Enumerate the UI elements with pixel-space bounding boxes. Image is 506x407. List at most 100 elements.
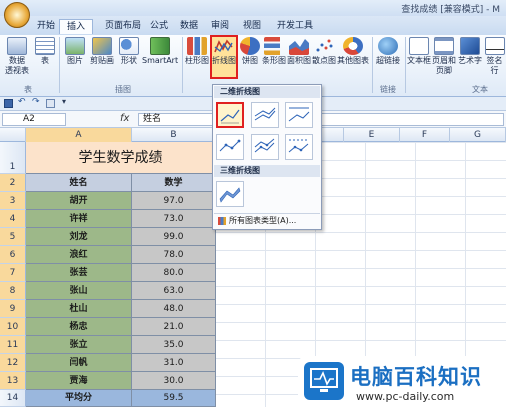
row-header[interactable]: 10: [0, 318, 26, 336]
footer-value-cell[interactable]: 59.5: [132, 390, 216, 407]
tab-developer[interactable]: 开发工具: [272, 19, 318, 34]
name-cell[interactable]: 张立: [26, 336, 132, 354]
row-header[interactable]: 11: [0, 336, 26, 354]
window-title: 查找成绩 [兼容模式] - M: [401, 5, 500, 15]
score-cell[interactable]: 78.0: [132, 246, 216, 264]
tab-page-layout[interactable]: 页面布局: [100, 19, 146, 34]
column-header-e[interactable]: E: [344, 128, 400, 142]
name-cell[interactable]: 许祥: [26, 210, 132, 228]
column-header-f[interactable]: F: [400, 128, 450, 142]
name-box[interactable]: A2: [2, 113, 66, 126]
redo-icon[interactable]: ↷: [32, 97, 40, 107]
score-cell[interactable]: 97.0: [132, 192, 216, 210]
watermark: 电脑百科知识 www.pc-daily.com: [298, 356, 506, 407]
percent-stacked-line-option[interactable]: [285, 102, 313, 128]
name-cell[interactable]: 张芸: [26, 264, 132, 282]
row-header[interactable]: 3: [0, 192, 26, 210]
ribbon-tab-bar: 开始 插入 页面布局 公式 数据 审阅 视图 开发工具: [0, 2, 506, 35]
scatter-chart-button[interactable]: 散点图: [312, 37, 336, 66]
office-button[interactable]: [4, 2, 30, 28]
tab-insert[interactable]: 插入: [59, 19, 93, 34]
column-chart-label: 柱形图: [185, 56, 209, 65]
name-cell[interactable]: 贾海: [26, 372, 132, 390]
row-header[interactable]: 8: [0, 282, 26, 300]
footer-label-cell[interactable]: 平均分: [26, 390, 132, 407]
score-cell[interactable]: 21.0: [132, 318, 216, 336]
name-cell[interactable]: 闫帆: [26, 354, 132, 372]
picture-label: 图片: [67, 56, 83, 65]
stacked-line-option[interactable]: [251, 102, 279, 128]
select-all-corner[interactable]: [0, 128, 26, 142]
text-box-button[interactable]: 文本框: [407, 37, 431, 66]
smartart-label: SmartArt: [142, 56, 179, 65]
row-header[interactable]: 6: [0, 246, 26, 264]
hyperlink-button[interactable]: 超链接: [374, 37, 402, 66]
tab-view[interactable]: 视图: [239, 19, 265, 34]
other-charts-button[interactable]: 其他图表: [337, 37, 369, 66]
wordart-icon: [460, 37, 480, 55]
table-button[interactable]: 表: [34, 37, 56, 66]
line-markers-option[interactable]: [216, 134, 244, 160]
clip-art-label: 剪贴画: [90, 56, 114, 65]
line-chart-option[interactable]: [216, 102, 244, 128]
smartart-button[interactable]: SmartArt: [142, 37, 178, 66]
tab-review[interactable]: 审阅: [207, 19, 233, 34]
name-cell[interactable]: 胡开: [26, 192, 132, 210]
name-cell[interactable]: 杜山: [26, 300, 132, 318]
row-header[interactable]: 7: [0, 264, 26, 282]
name-cell[interactable]: 张山: [26, 282, 132, 300]
tab-home[interactable]: 开始: [34, 19, 58, 34]
header-footer-button[interactable]: 页眉和 页脚: [432, 37, 456, 76]
column-header-g[interactable]: G: [450, 128, 506, 142]
stacked-line-markers-option[interactable]: [251, 134, 279, 160]
score-cell[interactable]: 63.0: [132, 282, 216, 300]
bar-chart-button[interactable]: 条形图: [262, 37, 286, 66]
print-preview-icon[interactable]: [46, 99, 55, 108]
wordart-button[interactable]: 艺术字: [458, 37, 482, 66]
row-header[interactable]: 1: [0, 142, 26, 174]
score-cell[interactable]: 30.0: [132, 372, 216, 390]
sheet-title-cell[interactable]: 学生数学成绩: [26, 142, 216, 174]
row-header[interactable]: 5: [0, 228, 26, 246]
customize-toolbar-icon[interactable]: ▾: [62, 97, 66, 106]
fx-icon[interactable]: fx: [120, 113, 129, 124]
undo-icon[interactable]: ↶: [18, 97, 26, 107]
picture-button[interactable]: 图片: [63, 37, 87, 66]
percent-stacked-line-markers-option[interactable]: [285, 134, 313, 160]
column-header-b[interactable]: B: [132, 128, 216, 142]
name-cell[interactable]: 浪红: [26, 246, 132, 264]
name-cell[interactable]: 刘龙: [26, 228, 132, 246]
score-cell[interactable]: 48.0: [132, 300, 216, 318]
column-header-a[interactable]: A: [26, 128, 132, 142]
score-cell[interactable]: 80.0: [132, 264, 216, 282]
tab-formulas[interactable]: 公式: [146, 19, 172, 34]
signature-line-button[interactable]: 签名行: [483, 37, 506, 76]
header-name-cell[interactable]: 姓名: [26, 174, 132, 192]
area-chart-button[interactable]: 面积图: [287, 37, 311, 66]
line-chart-button[interactable]: 折线图: [210, 35, 238, 79]
name-cell[interactable]: 杨忠: [26, 318, 132, 336]
score-cell[interactable]: 31.0: [132, 354, 216, 372]
pivot-table-button[interactable]: 数据 透视表: [3, 37, 31, 76]
save-icon[interactable]: [4, 99, 13, 108]
clip-art-button[interactable]: 剪贴画: [88, 37, 116, 66]
pie-chart-button[interactable]: 饼图: [240, 37, 260, 66]
row-header[interactable]: 14: [0, 390, 26, 407]
3d-line-option[interactable]: [216, 181, 244, 207]
table-label: 表: [41, 56, 49, 65]
column-chart-button[interactable]: 柱形图: [184, 37, 210, 66]
score-cell[interactable]: 35.0: [132, 336, 216, 354]
score-cell[interactable]: 99.0: [132, 228, 216, 246]
row-header[interactable]: 9: [0, 300, 26, 318]
row-header[interactable]: 12: [0, 354, 26, 372]
shapes-button[interactable]: 形状: [118, 37, 140, 66]
row-header[interactable]: 13: [0, 372, 26, 390]
bar-chart-icon: [264, 37, 284, 55]
all-chart-types-option[interactable]: 所有图表类型(A)...: [214, 213, 320, 227]
score-cell[interactable]: 73.0: [132, 210, 216, 228]
pivot-table-label: 数据 透视表: [5, 56, 29, 75]
row-header[interactable]: 4: [0, 210, 26, 228]
tab-data[interactable]: 数据: [176, 19, 202, 34]
header-math-cell[interactable]: 数学: [132, 174, 216, 192]
row-header[interactable]: 2: [0, 174, 26, 192]
